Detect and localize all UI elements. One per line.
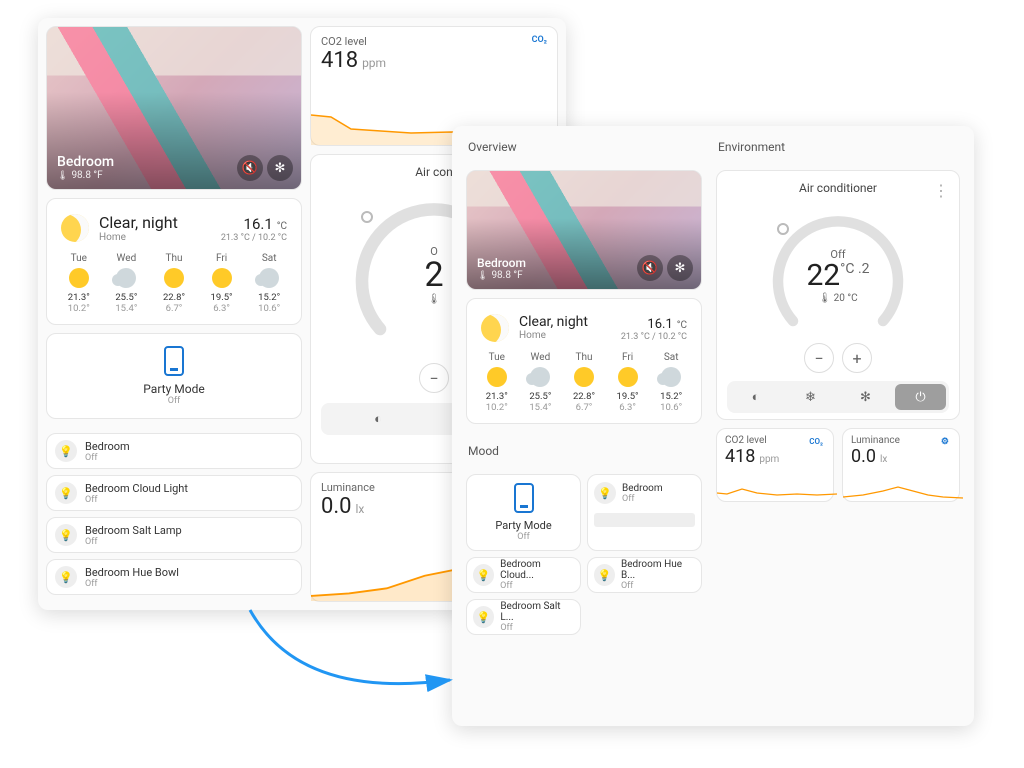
forecast-day: Wed25.5°15.4° bbox=[104, 253, 148, 314]
mute-icon[interactable]: 🔇 bbox=[637, 255, 663, 281]
mood-light-cloud[interactable]: 💡 Bedroom Cloud...Off bbox=[466, 557, 581, 593]
light-row[interactable]: 💡Bedroom Hue BowlOff bbox=[46, 559, 302, 595]
mood-light-salt[interactable]: 💡 Bedroom Salt L...Off bbox=[466, 599, 581, 635]
bulb-icon: 💡 bbox=[594, 482, 616, 504]
fan-icon[interactable]: ✻ bbox=[667, 255, 693, 281]
lum-mini-card[interactable]: Luminance 0.0 lx ⚙ bbox=[842, 428, 960, 502]
forecast-day: Tue21.3°10.2° bbox=[475, 352, 519, 413]
bulb-icon: 💡 bbox=[473, 564, 494, 586]
forecast-day: Sat15.2°10.6° bbox=[247, 253, 291, 314]
lum-sparkline-mini bbox=[843, 481, 963, 501]
lum-value: 0.0 bbox=[321, 494, 352, 519]
mood-grid: Party Mode Off 💡 BedroomOff 💡 Bedroom Cl… bbox=[466, 474, 702, 635]
co2-value: 418 bbox=[321, 48, 358, 73]
weather-condition: Clear, night bbox=[99, 213, 211, 232]
bulb-icon: 💡 bbox=[55, 566, 77, 588]
party-state: Off bbox=[55, 396, 293, 406]
phone-icon bbox=[514, 483, 534, 513]
weather-card-small[interactable]: Clear, night Home 16.1 °C 21.3 °C / 10.2… bbox=[466, 298, 702, 424]
forecast-day: Wed25.5°15.4° bbox=[519, 352, 563, 413]
room-name-small: Bedroom bbox=[477, 256, 526, 270]
environment-title: Environment bbox=[718, 140, 960, 154]
forecast-day: Sat15.2°10.6° bbox=[649, 352, 693, 413]
dashboard-right: Overview Bedroom 🌡98.8 °F 🔇 ✻ Clear, nig… bbox=[452, 126, 974, 726]
ac-card[interactable]: ⋮ Air conditioner Off 22°C .2 🌡 20 °C − bbox=[716, 170, 960, 420]
light-row[interactable]: 💡Bedroom Cloud LightOff bbox=[46, 475, 302, 511]
forecast-day: Tue21.3°10.2° bbox=[57, 253, 101, 314]
room-hero[interactable]: Bedroom 🌡98.8 °F 🔇 ✻ bbox=[46, 26, 302, 190]
more-icon[interactable]: ⋮ bbox=[933, 181, 949, 200]
moon-icon bbox=[61, 214, 89, 242]
forecast-day: Thu22.8°6.7° bbox=[152, 253, 196, 314]
room-hero-small[interactable]: Bedroom 🌡98.8 °F 🔇 ✻ bbox=[466, 170, 702, 290]
ac-title: Air conditioner bbox=[727, 181, 949, 195]
ac-setpoint: 20 °C bbox=[834, 293, 858, 304]
mode-auto-button[interactable]: ◐ bbox=[324, 406, 432, 432]
mode-cool-button[interactable]: ❄ bbox=[785, 384, 836, 410]
temp-minus-button[interactable]: − bbox=[419, 363, 449, 393]
thermometer-icon: 🌡 bbox=[57, 171, 68, 181]
transition-arrow bbox=[240, 600, 470, 720]
mood-title: Mood bbox=[468, 444, 702, 458]
brightness-slider[interactable] bbox=[594, 513, 695, 527]
mode-fan-button[interactable]: ✻ bbox=[840, 384, 891, 410]
ac-dial[interactable]: Off 22°C .2 🌡 20 °C bbox=[763, 201, 913, 351]
forecast-day: Fri19.5°6.3° bbox=[606, 352, 650, 413]
thermometer-icon: 🌡 bbox=[477, 271, 488, 281]
co2-sparkline-mini bbox=[717, 481, 837, 501]
co2-mini-card[interactable]: CO2 level 418 ppm CO₂ bbox=[716, 428, 834, 502]
mode-power-button[interactable]: ⏻ bbox=[895, 384, 946, 410]
mute-icon[interactable]: 🔇 bbox=[237, 155, 263, 181]
mood-bedroom-card[interactable]: 💡 BedroomOff bbox=[587, 474, 702, 551]
weather-range: 21.3 °C / 10.2 °C bbox=[221, 233, 287, 243]
bulb-icon: 💡 bbox=[55, 440, 77, 462]
party-label: Party Mode bbox=[55, 382, 293, 396]
gear-icon[interactable]: ⚙ bbox=[941, 437, 949, 447]
room-temp: 98.8 °F bbox=[71, 170, 102, 181]
moon-icon bbox=[481, 314, 509, 342]
bulb-icon: 💡 bbox=[594, 564, 615, 586]
party-mode-card[interactable]: Party Mode Off bbox=[46, 333, 302, 419]
forecast-row: Tue21.3°10.2°Wed25.5°15.4°Thu22.8°6.7°Fr… bbox=[475, 352, 693, 413]
bulb-icon: 💡 bbox=[473, 606, 494, 628]
thermometer-icon: 🌡 bbox=[818, 293, 831, 304]
lights-list: 💡BedroomOff 💡Bedroom Cloud LightOff 💡Bedro… bbox=[46, 427, 302, 595]
mode-auto-button[interactable]: ◐ bbox=[730, 384, 781, 410]
co2-badge-icon: CO₂ bbox=[809, 437, 823, 446]
ac-temp: 22 bbox=[806, 258, 840, 293]
forecast-row: Tue21.3°10.2°Wed25.5°15.4°Thu22.8°6.7°Fr… bbox=[55, 253, 293, 314]
weather-temp: 16.1 bbox=[244, 215, 273, 233]
co2-label: CO2 level bbox=[321, 35, 547, 48]
bulb-icon: 💡 bbox=[55, 524, 77, 546]
forecast-day: Thu22.8°6.7° bbox=[562, 352, 606, 413]
light-row[interactable]: 💡Bedroom Salt LampOff bbox=[46, 517, 302, 553]
overview-title: Overview bbox=[468, 140, 702, 154]
mood-light-hue[interactable]: 💡 Bedroom Hue B...Off bbox=[587, 557, 702, 593]
party-mode-card[interactable]: Party Mode Off bbox=[466, 474, 581, 551]
weather-location: Home bbox=[99, 232, 211, 243]
fan-icon[interactable]: ✻ bbox=[267, 155, 293, 181]
light-row[interactable]: 💡BedroomOff bbox=[46, 433, 302, 469]
bulb-icon: 💡 bbox=[55, 482, 77, 504]
phone-icon bbox=[164, 346, 184, 376]
co2-badge-icon: CO₂ bbox=[532, 35, 547, 45]
room-name: Bedroom bbox=[57, 154, 114, 170]
weather-card[interactable]: Clear, night Home 16.1 °C 21.3 °C / 10.2… bbox=[46, 198, 302, 325]
forecast-day: Fri19.5°6.3° bbox=[200, 253, 244, 314]
